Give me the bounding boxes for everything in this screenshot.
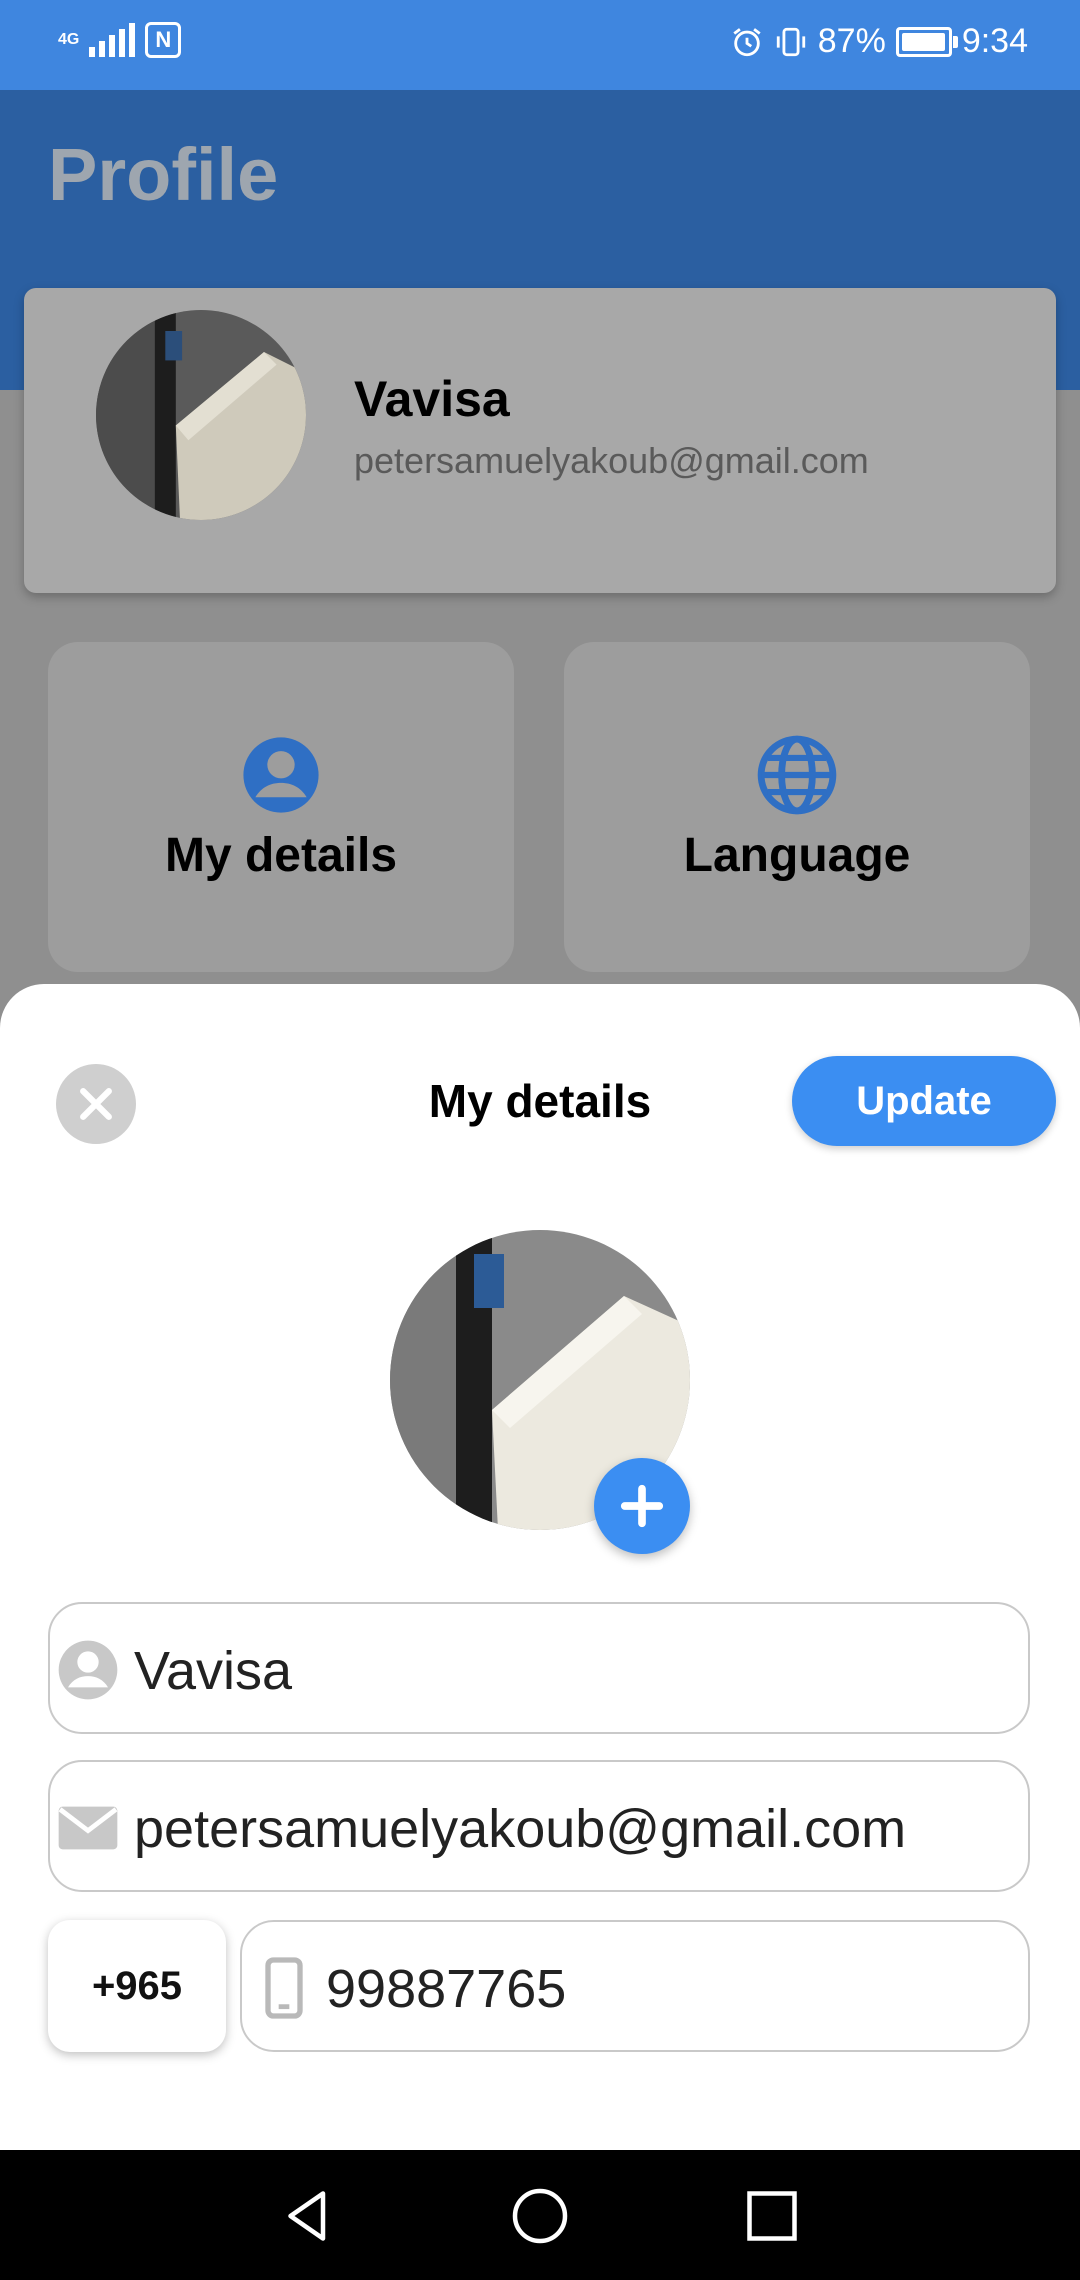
navigation-bar xyxy=(0,2150,1080,2280)
email-field[interactable]: petersamuelyakoub@gmail.com xyxy=(48,1760,1030,1892)
home-icon[interactable] xyxy=(510,2186,570,2246)
country-code-selector[interactable]: +965 xyxy=(48,1920,226,2052)
mail-icon xyxy=(58,1806,118,1850)
avatar-photo xyxy=(96,310,306,520)
tile-my-details[interactable]: My details xyxy=(48,642,514,972)
network-type: 4G xyxy=(58,31,80,48)
recents-icon[interactable] xyxy=(742,2186,802,2246)
profile-name: Vavisa xyxy=(354,371,510,427)
tile-label: Language xyxy=(683,829,911,882)
update-button[interactable]: Update xyxy=(792,1056,1056,1146)
name-field[interactable]: Vavisa xyxy=(48,1602,1030,1734)
battery-icon xyxy=(895,26,958,57)
back-icon[interactable] xyxy=(278,2186,338,2246)
email-value: petersamuelyakoub@gmail.com xyxy=(134,1799,907,1859)
alarm-icon xyxy=(733,27,761,56)
status-right: 87% 9:34 xyxy=(730,22,1028,61)
avatar xyxy=(96,310,306,520)
person-icon xyxy=(58,1640,118,1700)
battery-percent: 87% xyxy=(817,22,886,60)
tile-label: My details xyxy=(164,829,398,882)
clock: 9:34 xyxy=(961,22,1028,60)
status-bar: 4G N 87% 9:34 xyxy=(0,0,1080,90)
nfc-icon: N xyxy=(145,22,182,58)
vibrate-icon xyxy=(776,27,805,56)
signal-icon xyxy=(89,23,136,57)
phone-field[interactable]: 99887765 xyxy=(240,1920,1030,2052)
name-value: Vavisa xyxy=(134,1641,293,1701)
phone-value: 99887765 xyxy=(326,1959,567,2019)
plus-icon xyxy=(620,1484,664,1528)
profile-email: petersamuelyakoub@gmail.com xyxy=(354,440,869,481)
add-photo-button[interactable] xyxy=(594,1458,690,1554)
battery-fill xyxy=(901,32,946,51)
profile-card: Vavisa petersamuelyakoub@gmail.com xyxy=(24,288,1056,593)
globe-icon xyxy=(757,735,837,815)
page-title: Profile xyxy=(48,133,279,216)
tile-language[interactable]: Language xyxy=(564,642,1030,972)
phone-icon xyxy=(265,1957,303,2019)
account-circle-icon xyxy=(243,737,319,813)
status-left: 4G N xyxy=(58,22,182,58)
my-details-sheet: My details Update Vavisa petersamuelyako… xyxy=(0,984,1080,2150)
